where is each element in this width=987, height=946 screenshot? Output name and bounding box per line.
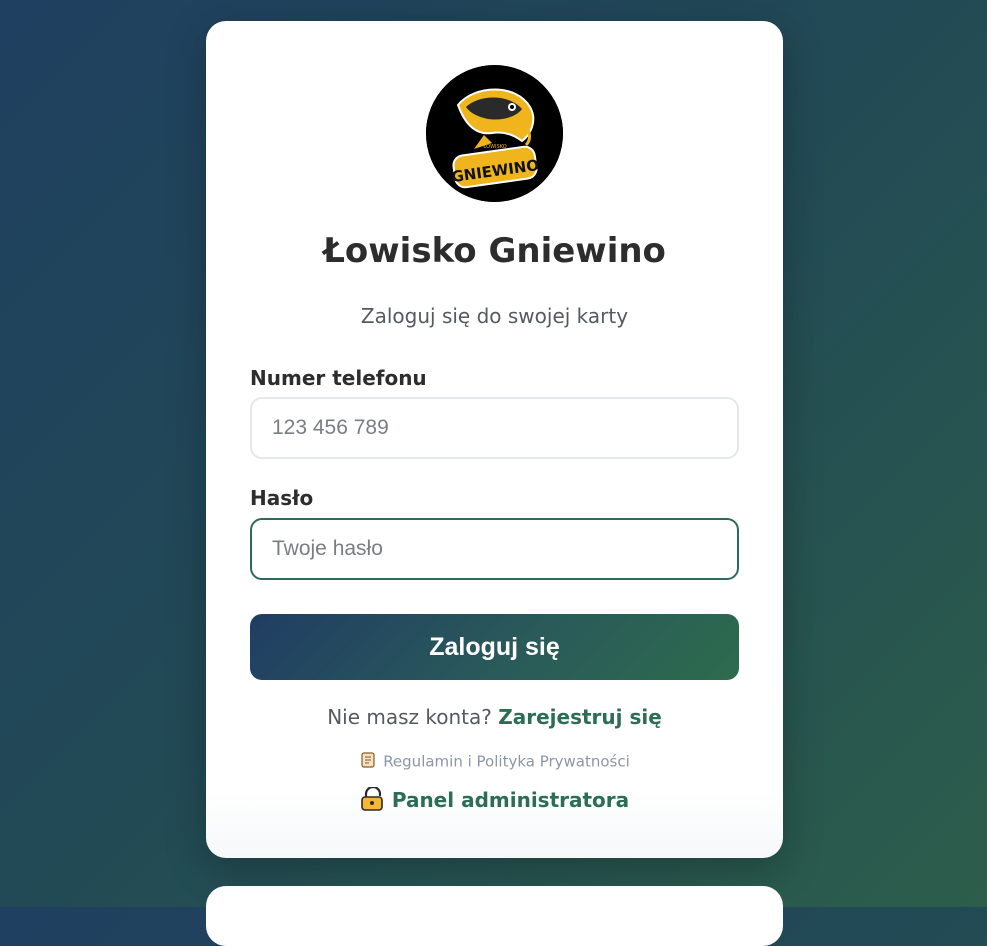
club-logo: ŁOWISKO GNIEWINO [426,65,563,202]
phone-label: Numer telefonu [250,366,427,390]
terms-link[interactable]: Regulamin i Polityka Prywatności [383,753,630,771]
terms-row: Regulamin i Polityka Prywatności [206,751,783,773]
register-link[interactable]: Zarejestruj się [498,705,662,729]
register-prompt: Nie masz konta? Zarejestruj się [206,705,783,729]
no-account-text: Nie masz konta? [327,705,492,729]
scroll-icon [359,751,377,773]
phone-input[interactable] [250,397,739,459]
admin-panel-link[interactable]: Panel administratora [392,788,629,812]
secondary-card [206,886,783,946]
login-button[interactable]: Zaloguj się [250,614,739,680]
lock-icon [360,785,386,816]
login-card: ŁOWISKO GNIEWINO Łowisko Gniewino Zalogu… [206,21,783,858]
page-subtitle: Zaloguj się do swojej karty [360,304,629,328]
fish-logo-icon: ŁOWISKO GNIEWINO [426,65,563,202]
page-title: Łowisko Gniewino [323,231,666,271]
password-label: Hasło [250,486,314,510]
svg-text:ŁOWISKO: ŁOWISKO [482,144,506,150]
admin-row: Panel administratora [206,785,783,816]
password-input[interactable] [250,518,739,580]
